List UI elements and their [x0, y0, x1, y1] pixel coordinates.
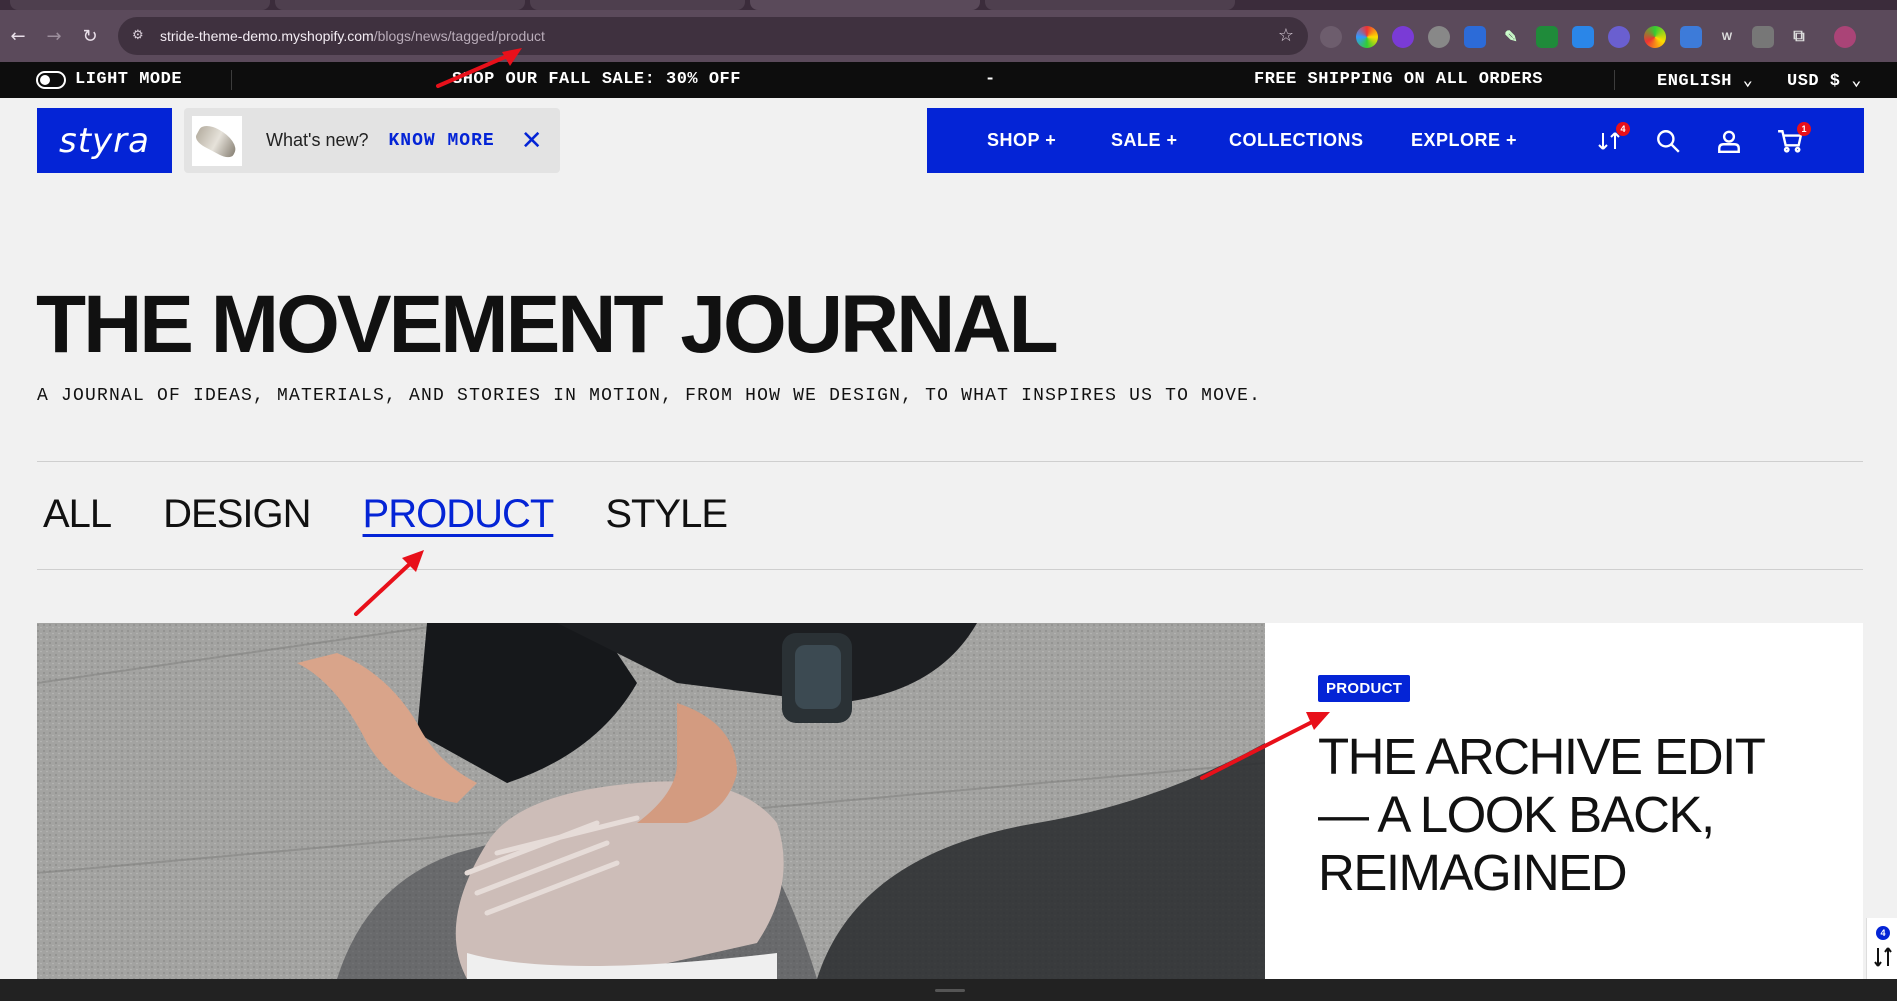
nav-collections[interactable]: COLLECTIONS: [1229, 130, 1364, 151]
extension-grammarly-icon[interactable]: [1428, 26, 1450, 48]
resize-grip[interactable]: [935, 989, 965, 992]
reload-icon[interactable]: ↻: [72, 18, 108, 54]
url-path: /blogs/news/tagged/product: [373, 28, 545, 44]
main-navigation: SHOP + SALE + COLLECTIONS EXPLORE + 4 1: [927, 108, 1864, 173]
address-bar[interactable]: ⚙ stride-theme-demo.myshopify.com/blogs/…: [118, 17, 1308, 55]
site-logo[interactable]: styra: [37, 108, 172, 173]
url-host: stride-theme-demo.myshopify.com: [160, 28, 374, 44]
divider: [231, 70, 232, 90]
browser-tab[interactable]: [275, 0, 525, 10]
extensions-puzzle-icon[interactable]: ⧉: [1788, 26, 1810, 48]
extension-camera-icon[interactable]: [1680, 26, 1702, 48]
extension-capture-icon[interactable]: [1752, 26, 1774, 48]
browser-tab[interactable]: [985, 0, 1235, 10]
language-label: ENGLISH: [1657, 72, 1732, 91]
browser-tab-strip: [0, 0, 1897, 10]
compare-icon: [1874, 947, 1892, 967]
featured-post-card[interactable]: PRODUCT THE ARCHIVE EDIT — A LOOK BACK, …: [1265, 623, 1863, 979]
extension-purple-icon[interactable]: [1392, 26, 1414, 48]
extension-compass-icon[interactable]: [1320, 26, 1342, 48]
bottom-bar: [0, 979, 1897, 1001]
extension-w-icon[interactable]: W: [1716, 26, 1738, 48]
compare-widget-count: 4: [1876, 926, 1890, 940]
compare-side-widget[interactable]: 4: [1866, 918, 1897, 979]
language-selector[interactable]: ENGLISH ⌄: [1657, 70, 1753, 91]
extension-chat-icon[interactable]: [1608, 26, 1630, 48]
nav-sale[interactable]: SALE +: [1111, 130, 1178, 151]
browser-tab[interactable]: [530, 0, 745, 10]
search-icon[interactable]: [1653, 126, 1683, 156]
bookmark-star-icon[interactable]: ☆: [1278, 25, 1294, 46]
person-tying-shoe-image: [37, 623, 1265, 979]
browser-tab-active[interactable]: [750, 0, 980, 10]
browser-tab[interactable]: [10, 0, 270, 10]
divider: [37, 569, 1863, 570]
extension-color-icon[interactable]: [1356, 26, 1378, 48]
divider: [37, 461, 1863, 462]
filter-design[interactable]: DESIGN: [163, 492, 311, 537]
cart-icon[interactable]: 1: [1775, 122, 1811, 156]
browser-toolbar: ← → ↻ ⚙ stride-theme-demo.myshopify.com /…: [0, 10, 1897, 62]
sale-announcement[interactable]: SHOP OUR FALL SALE: 30% OFF: [452, 70, 741, 89]
announcement-bar: LIGHT MODE SHOP OUR FALL SALE: 30% OFF -…: [0, 62, 1897, 98]
logo-text: styra: [59, 120, 150, 161]
page-title: THE MOVEMENT JOURNAL: [36, 279, 1059, 370]
shoe-image: [193, 120, 241, 161]
profile-avatar[interactable]: [1834, 26, 1856, 48]
know-more-link[interactable]: KNOW MORE: [388, 131, 494, 151]
currency-selector[interactable]: USD $ ⌄: [1787, 70, 1862, 91]
currency-label: USD $: [1787, 72, 1841, 91]
annotation-arrow: [354, 550, 424, 616]
whats-new-popup: What's new? KNOW MORE ✕: [184, 108, 560, 173]
forward-icon[interactable]: →: [36, 18, 72, 54]
extension-ruler-icon[interactable]: [1536, 26, 1558, 48]
nav-shop[interactable]: SHOP +: [987, 130, 1056, 151]
cart-count-badge: 1: [1797, 122, 1811, 136]
divider: [1614, 70, 1615, 90]
compare-count-badge: 4: [1616, 122, 1630, 136]
extension-window-icon[interactable]: [1464, 26, 1486, 48]
extensions-bar: ✎ W ⧉: [1320, 26, 1856, 48]
extension-fi-icon[interactable]: [1572, 26, 1594, 48]
nav-explore[interactable]: EXPLORE +: [1411, 130, 1517, 151]
extension-eyedropper-icon[interactable]: ✎: [1500, 26, 1522, 48]
shipping-announcement[interactable]: FREE SHIPPING ON ALL ORDERS: [1254, 70, 1543, 89]
post-tag-badge[interactable]: PRODUCT: [1318, 675, 1411, 702]
filter-all[interactable]: ALL: [43, 492, 112, 537]
account-icon[interactable]: [1714, 126, 1744, 156]
site-info-icon[interactable]: ⚙: [132, 28, 148, 44]
light-mode-label: LIGHT MODE: [75, 70, 183, 89]
light-mode-toggle[interactable]: [36, 71, 66, 89]
featured-post-image[interactable]: [37, 623, 1265, 979]
page-description: A JOURNAL OF IDEAS, MATERIALS, AND STORI…: [37, 386, 1262, 406]
filter-product[interactable]: PRODUCT: [363, 492, 555, 537]
back-icon[interactable]: ←: [0, 18, 36, 54]
whats-new-label: What's new?: [266, 130, 369, 150]
extension-pie-icon[interactable]: [1644, 26, 1666, 48]
announcement-divider: -: [985, 70, 996, 89]
compare-icon[interactable]: 4: [1594, 122, 1630, 156]
filter-style[interactable]: STYLE: [605, 492, 728, 537]
product-thumbnail[interactable]: [192, 115, 242, 166]
post-title[interactable]: THE ARCHIVE EDIT — A LOOK BACK, REIMAGIN…: [1318, 728, 1818, 902]
blog-tag-filters: ALL DESIGN PRODUCT STYLE: [43, 492, 779, 537]
close-icon[interactable]: ✕: [521, 126, 543, 156]
